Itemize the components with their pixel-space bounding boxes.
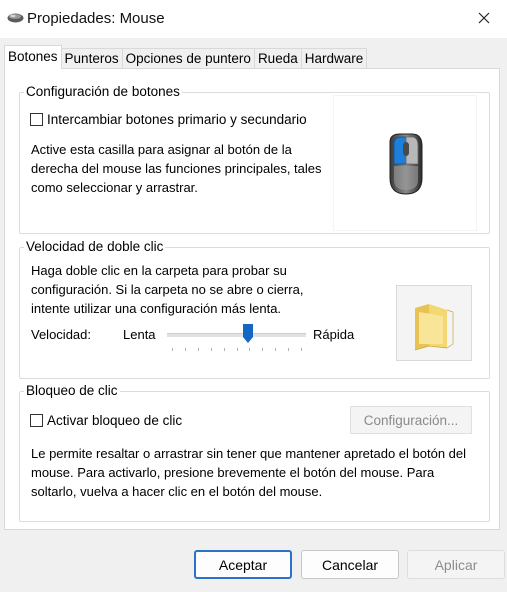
click-lock-settings-button[interactable]: Configuración... xyxy=(350,406,472,434)
speed-slider-track[interactable] xyxy=(167,333,306,337)
tab-strip: Botones Punteros Opciones de puntero Rue… xyxy=(4,45,368,69)
tab-botones[interactable]: Botones xyxy=(4,45,62,69)
ok-button[interactable]: Aceptar xyxy=(194,550,292,579)
folder-icon xyxy=(414,304,454,351)
speed-slider-thumb[interactable] xyxy=(242,324,253,343)
double-click-description: Haga doble clic en la carpeta para proba… xyxy=(31,263,304,316)
speed-slow-label: Lenta xyxy=(123,327,156,342)
close-icon xyxy=(478,12,490,24)
tab-panel-botones: Configuración de botones Intercambiar bo… xyxy=(4,68,500,530)
swap-buttons-description: Active esta casilla para asignar al botó… xyxy=(31,142,322,195)
group-button-config: Configuración de botones Intercambiar bo… xyxy=(19,84,490,234)
speed-slider-tick xyxy=(288,348,290,351)
group-double-click: Velocidad de doble clic Haga doble clic … xyxy=(19,239,490,379)
speed-slider-tick xyxy=(249,348,251,351)
mouse-icon xyxy=(7,13,24,23)
speed-slider-tick xyxy=(172,348,173,351)
speed-slider-tick xyxy=(275,348,277,351)
mouse-illustration-icon xyxy=(389,133,423,195)
test-folder[interactable] xyxy=(396,285,472,361)
click-lock-checkbox[interactable] xyxy=(30,414,43,427)
speed-fast-label: Rápida xyxy=(313,327,355,342)
speed-slider-tick xyxy=(262,348,264,351)
group-title-click-lock: Bloqueo de clic xyxy=(24,383,120,399)
speed-slider-tick xyxy=(301,348,302,351)
close-button[interactable] xyxy=(461,0,507,36)
click-lock-row[interactable]: Activar bloqueo de clic xyxy=(30,413,182,428)
dialog-content: Botones Punteros Opciones de puntero Rue… xyxy=(0,38,507,550)
group-title-button-config: Configuración de botones xyxy=(24,84,182,100)
group-title-double-click: Velocidad de doble clic xyxy=(24,239,166,255)
swap-buttons-row[interactable]: Intercambiar botones primario y secundar… xyxy=(30,112,307,127)
tab-opciones-de-puntero[interactable]: Opciones de puntero xyxy=(121,48,255,69)
swap-buttons-label[interactable]: Intercambiar botones primario y secundar… xyxy=(47,112,307,127)
tab-punteros[interactable]: Punteros xyxy=(60,48,123,69)
cancel-button[interactable]: Cancelar xyxy=(301,550,399,579)
speed-slider-tick xyxy=(223,348,225,351)
tab-rueda[interactable]: Rueda xyxy=(253,48,302,69)
window-title: Propiedades: Mouse xyxy=(27,10,165,27)
tab-hardware[interactable]: Hardware xyxy=(300,48,368,69)
speed-slider-tick xyxy=(184,348,186,351)
dialog-footer: Aceptar Cancelar Aplicar xyxy=(0,550,507,592)
speed-label: Velocidad: xyxy=(31,327,91,342)
click-lock-label[interactable]: Activar bloqueo de clic xyxy=(47,413,182,428)
group-click-lock: Bloqueo de clic Activar bloqueo de clic … xyxy=(19,383,490,522)
apply-button[interactable]: Aplicar xyxy=(407,550,505,579)
speed-slider-tick xyxy=(197,348,199,351)
swap-buttons-checkbox[interactable] xyxy=(30,113,43,126)
speed-slider-tick xyxy=(210,348,212,351)
mouse-illustration xyxy=(333,95,477,231)
title-bar: Propiedades: Mouse xyxy=(0,0,507,38)
speed-slider-tick xyxy=(236,348,238,351)
click-lock-description: Le permite resaltar o arrastrar sin tene… xyxy=(31,446,467,499)
